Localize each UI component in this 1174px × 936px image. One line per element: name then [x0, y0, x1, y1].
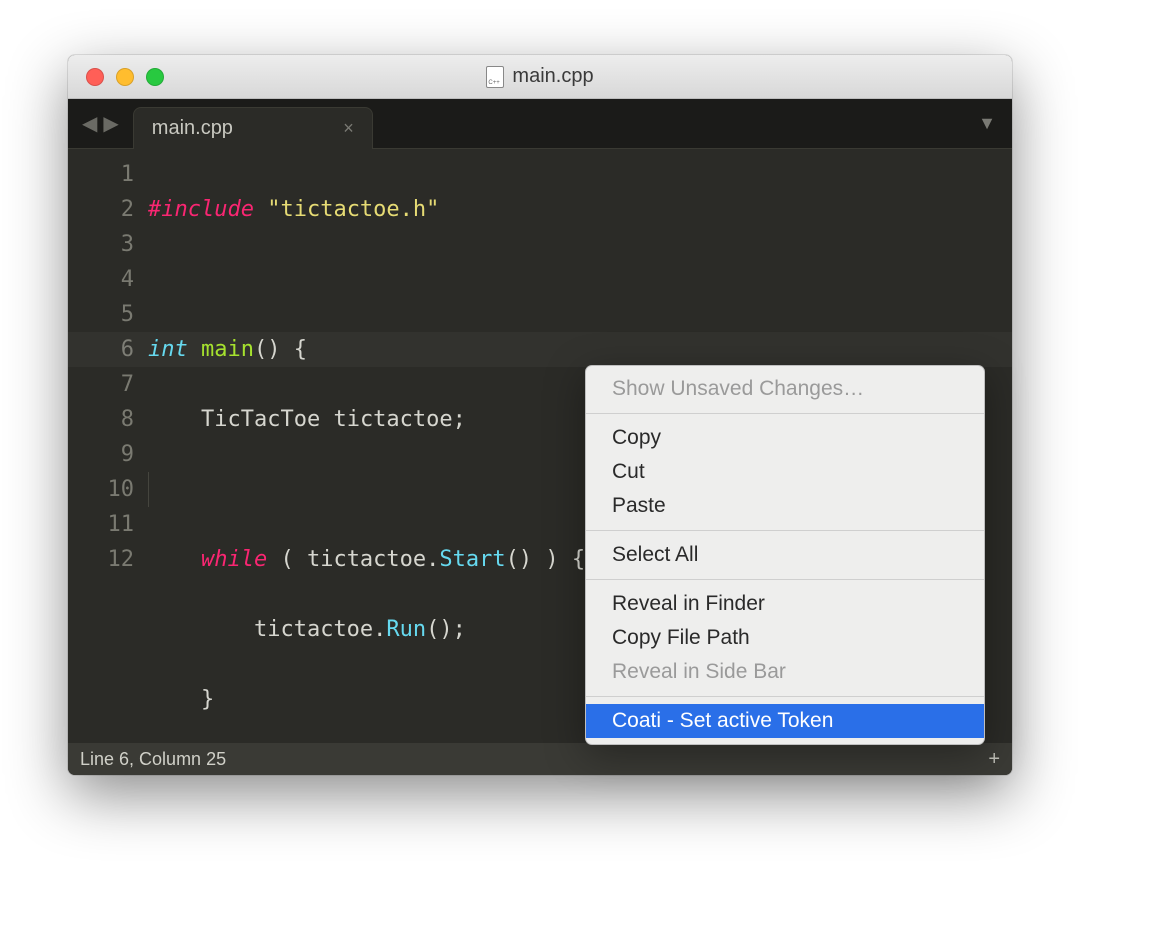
tok: int — [148, 337, 188, 362]
menu-reveal-sidebar[interactable]: Reveal in Side Bar — [586, 655, 984, 689]
tab-overflow-icon[interactable]: ▼ — [978, 113, 996, 134]
menu-show-unsaved[interactable]: Show Unsaved Changes… — [586, 372, 984, 406]
line-gutter: 1 2 3 4 5 6 7 8 9 10 11 12 — [68, 149, 148, 743]
close-window-button[interactable] — [86, 68, 104, 86]
menu-reveal-finder[interactable]: Reveal in Finder — [586, 587, 984, 621]
line-number: 10 — [68, 472, 134, 507]
cursor-position: Line 6, Column 25 — [80, 749, 226, 770]
tok: ( tictactoe. — [267, 547, 439, 572]
menu-cut[interactable]: Cut — [586, 455, 984, 489]
line-number: 9 — [68, 437, 134, 472]
line-number: 5 — [68, 297, 134, 332]
tab-main-cpp[interactable]: main.cpp × — [133, 107, 373, 149]
context-menu: Show Unsaved Changes… Copy Cut Paste Sel… — [585, 365, 985, 745]
close-tab-icon[interactable]: × — [343, 118, 354, 139]
window-title: main.cpp — [68, 65, 1012, 88]
line-number: 8 — [68, 402, 134, 437]
menu-copy-path[interactable]: Copy File Path — [586, 621, 984, 655]
line-number: 6 — [68, 332, 134, 367]
tok: (); — [426, 617, 466, 642]
file-icon — [486, 66, 504, 88]
line-number: 7 — [68, 367, 134, 402]
nav-forward-icon[interactable]: ▶ — [103, 111, 118, 136]
line-number: 11 — [68, 507, 134, 542]
line-number: 4 — [68, 262, 134, 297]
tab-label: main.cpp — [152, 117, 233, 140]
tok: # — [148, 197, 161, 222]
line-number: 3 — [68, 227, 134, 262]
minimize-window-button[interactable] — [116, 68, 134, 86]
zoom-window-button[interactable] — [146, 68, 164, 86]
menu-separator — [586, 696, 984, 697]
menu-select-all[interactable]: Select All — [586, 538, 984, 572]
tok: () { — [254, 337, 307, 362]
menu-paste[interactable]: Paste — [586, 489, 984, 523]
traffic-lights — [68, 68, 164, 86]
menu-separator — [586, 530, 984, 531]
tok: Run — [386, 617, 426, 642]
menu-separator — [586, 413, 984, 414]
tok: main — [201, 337, 254, 362]
line-number: 12 — [68, 542, 134, 577]
titlebar: main.cpp — [68, 55, 1012, 99]
tok: TicTacToe — [201, 407, 320, 432]
tok: "tictactoe.h" — [267, 197, 439, 222]
tok: () ) { — [506, 547, 585, 572]
nav-arrows: ◀ ▶ — [68, 111, 133, 148]
new-tab-icon[interactable]: + — [988, 748, 1000, 771]
line-number: 1 — [68, 157, 134, 192]
tok: include — [161, 197, 254, 222]
tok: while — [201, 547, 267, 572]
menu-separator — [586, 579, 984, 580]
menu-coati-set-token[interactable]: Coati - Set active Token — [586, 704, 984, 738]
window-title-text: main.cpp — [512, 65, 593, 88]
status-bar: Line 6, Column 25 + — [68, 743, 1012, 775]
tok: tictactoe; — [320, 407, 466, 432]
tok: tictactoe. — [254, 617, 386, 642]
nav-back-icon[interactable]: ◀ — [82, 111, 97, 136]
menu-copy[interactable]: Copy — [586, 421, 984, 455]
tab-bar: ◀ ▶ main.cpp × ▼ — [68, 99, 1012, 149]
line-number: 2 — [68, 192, 134, 227]
tok: Start — [439, 547, 505, 572]
tok: } — [201, 687, 214, 712]
